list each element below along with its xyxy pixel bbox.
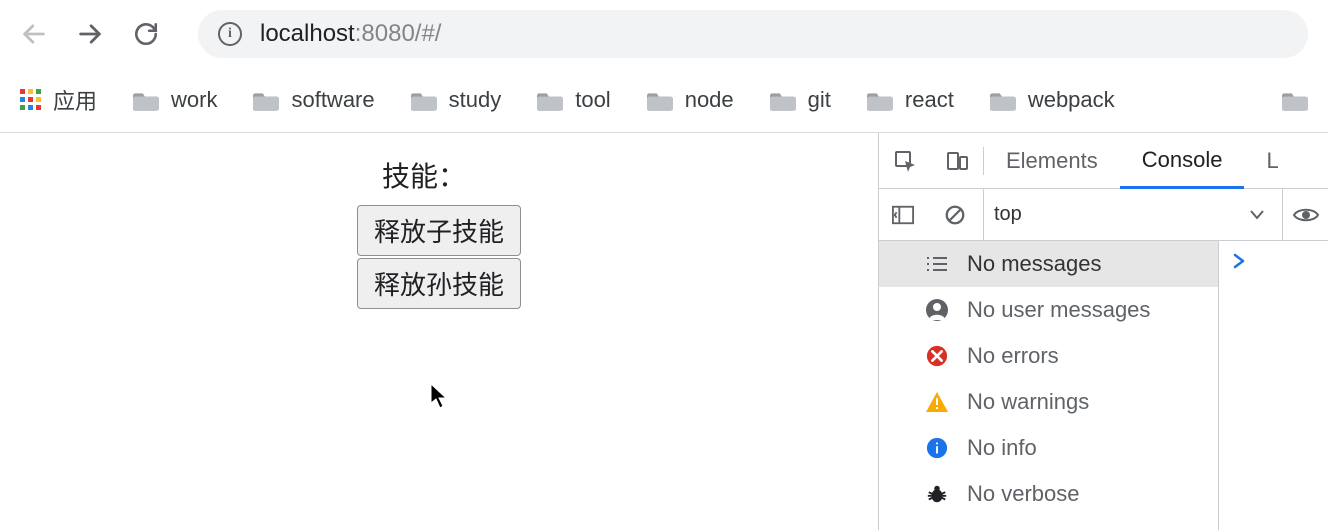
browser-nav-bar: i localhost:8080/#/: [0, 0, 1328, 67]
tab-console[interactable]: Console: [1120, 134, 1245, 189]
bookmark-label: git: [808, 87, 831, 113]
bookmark-label: software: [291, 87, 374, 113]
cursor-icon: [430, 383, 448, 409]
page-content: 技能： 释放子技能 释放孙技能: [0, 133, 878, 530]
bookmark-folder-work[interactable]: work: [133, 87, 217, 113]
tab-elements[interactable]: Elements: [984, 133, 1120, 188]
bookmark-folder-tool[interactable]: tool: [537, 87, 610, 113]
folder-icon: [253, 90, 279, 110]
sidebar-item-messages[interactable]: No messages: [879, 241, 1218, 287]
sidebar-item-user-messages[interactable]: No user messages: [879, 287, 1218, 333]
bookmark-folder-git[interactable]: git: [770, 87, 831, 113]
sidebar-label: No info: [967, 435, 1037, 461]
apps-label: 应用: [53, 84, 97, 116]
sidebar-item-warnings[interactable]: No warnings: [879, 379, 1218, 425]
context-dropdown[interactable]: top: [983, 189, 1278, 240]
context-label: top: [994, 203, 1022, 226]
user-icon: [923, 298, 951, 322]
sidebar-label: No errors: [967, 343, 1059, 369]
folder-icon[interactable]: [1282, 90, 1308, 110]
warning-icon: [923, 390, 951, 414]
back-icon[interactable]: [20, 20, 48, 48]
tab-extra[interactable]: L: [1244, 133, 1278, 188]
bookmark-label: tool: [575, 87, 610, 113]
forward-icon[interactable]: [76, 20, 104, 48]
bookmark-folder-study[interactable]: study: [411, 87, 502, 113]
content-area: 技能： 释放子技能 释放孙技能 Elements Console L: [0, 133, 1328, 530]
folder-icon: [537, 90, 563, 110]
devtools-panel: Elements Console L top: [878, 133, 1328, 530]
sidebar-item-verbose[interactable]: No verbose: [879, 471, 1218, 517]
device-toggle-icon[interactable]: [931, 133, 983, 188]
sidebar-item-info[interactable]: No info: [879, 425, 1218, 471]
bookmark-label: node: [685, 87, 734, 113]
release-grandchild-skill-button[interactable]: 释放孙技能: [357, 258, 521, 309]
release-child-skill-button[interactable]: 释放子技能: [357, 205, 521, 256]
folder-icon: [990, 90, 1016, 110]
bug-icon: [923, 482, 951, 506]
address-bar[interactable]: i localhost:8080/#/: [198, 10, 1308, 58]
list-icon: [923, 252, 951, 276]
inspect-element-icon[interactable]: [879, 133, 931, 188]
site-info-icon[interactable]: i: [218, 22, 242, 46]
toggle-sidebar-icon[interactable]: [879, 205, 927, 225]
apps-grid-icon: [20, 89, 41, 110]
folder-icon: [133, 90, 159, 110]
apps-button[interactable]: 应用: [20, 84, 97, 116]
bookmark-folder-react[interactable]: react: [867, 87, 954, 113]
folder-icon: [770, 90, 796, 110]
info-circle-icon: [923, 436, 951, 460]
bookmark-label: study: [449, 87, 502, 113]
console-filter-row: top: [879, 189, 1328, 241]
bookmark-folder-node[interactable]: node: [647, 87, 734, 113]
bookmarks-bar: 应用 work software study tool node git: [0, 67, 1328, 133]
bookmark-folder-software[interactable]: software: [253, 87, 374, 113]
console-output-area[interactable]: [1219, 241, 1328, 530]
sidebar-label: No verbose: [967, 481, 1080, 507]
reload-icon[interactable]: [132, 20, 160, 48]
url-text: localhost:8080/#/: [260, 20, 441, 48]
folder-icon: [867, 90, 893, 110]
chevron-down-icon: [1250, 210, 1264, 220]
console-body: No messages No user messages No errors: [879, 241, 1328, 530]
sidebar-label: No warnings: [967, 389, 1089, 415]
error-icon: [923, 344, 951, 368]
sidebar-item-errors[interactable]: No errors: [879, 333, 1218, 379]
clear-console-icon[interactable]: [931, 204, 979, 226]
sidebar-label: No messages: [967, 251, 1102, 277]
bookmark-label: work: [171, 87, 217, 113]
skill-title: 技能：: [382, 155, 466, 195]
bookmark-label: webpack: [1028, 87, 1115, 113]
sidebar-label: No user messages: [967, 297, 1150, 323]
devtools-tabs-row: Elements Console L: [879, 133, 1328, 189]
folder-icon: [411, 90, 437, 110]
prompt-caret-icon: [1233, 253, 1328, 269]
bookmark-label: react: [905, 87, 954, 113]
console-sidebar: No messages No user messages No errors: [879, 241, 1219, 530]
bookmark-folder-webpack[interactable]: webpack: [990, 87, 1115, 113]
folder-icon: [647, 90, 673, 110]
live-expression-icon[interactable]: [1282, 189, 1328, 240]
